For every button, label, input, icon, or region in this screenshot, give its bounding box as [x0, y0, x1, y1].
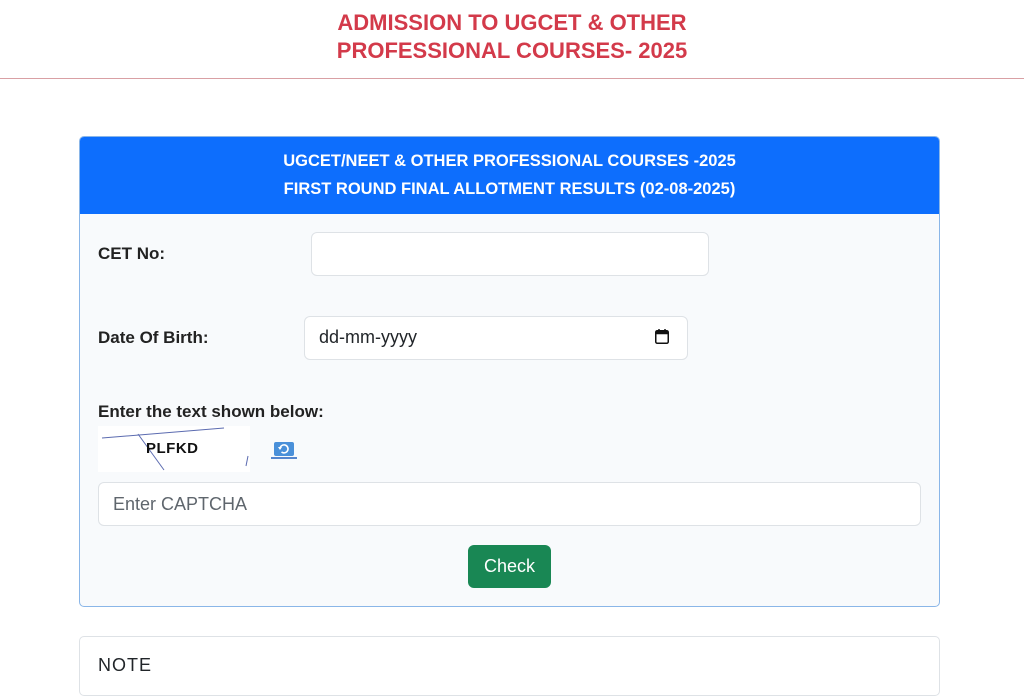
form-header-line2: FIRST ROUND FINAL ALLOTMENT RESULTS (02-… — [283, 180, 736, 198]
cet-no-label: CET No: — [98, 244, 166, 263]
note-card: NOTE — [79, 636, 940, 696]
check-button[interactable]: Check — [468, 545, 551, 588]
calendar-icon[interactable] — [655, 329, 669, 344]
dob-label: Date Of Birth: — [98, 328, 209, 347]
captcha-text: PLFKD — [146, 440, 199, 457]
refresh-icon[interactable] — [271, 441, 297, 459]
allotment-form-card: UGCET/NEET & OTHER PROFESSIONAL COURSES … — [79, 136, 940, 607]
captcha-image: PLFKD — [98, 426, 250, 472]
note-title: NOTE — [98, 655, 153, 675]
dob-input[interactable]: dd-mm-yyyy — [304, 316, 688, 360]
page-title: ADMISSION TO UGCET & OTHER PROFESSIONAL … — [0, 9, 1024, 65]
page-title-line2: PROFESSIONAL COURSES- 2025 — [336, 38, 688, 63]
dob-placeholder: dd-mm-yyyy — [319, 327, 417, 347]
form-header-line1: UGCET/NEET & OTHER PROFESSIONAL COURSES … — [283, 152, 736, 170]
page-header: ADMISSION TO UGCET & OTHER PROFESSIONAL … — [0, 0, 1024, 79]
captcha-label: Enter the text shown below: — [98, 402, 324, 421]
cet-no-input[interactable] — [311, 232, 709, 276]
form-header: UGCET/NEET & OTHER PROFESSIONAL COURSES … — [80, 137, 939, 214]
page-title-line1: ADMISSION TO UGCET & OTHER — [337, 10, 687, 35]
captcha-input[interactable] — [98, 482, 921, 526]
